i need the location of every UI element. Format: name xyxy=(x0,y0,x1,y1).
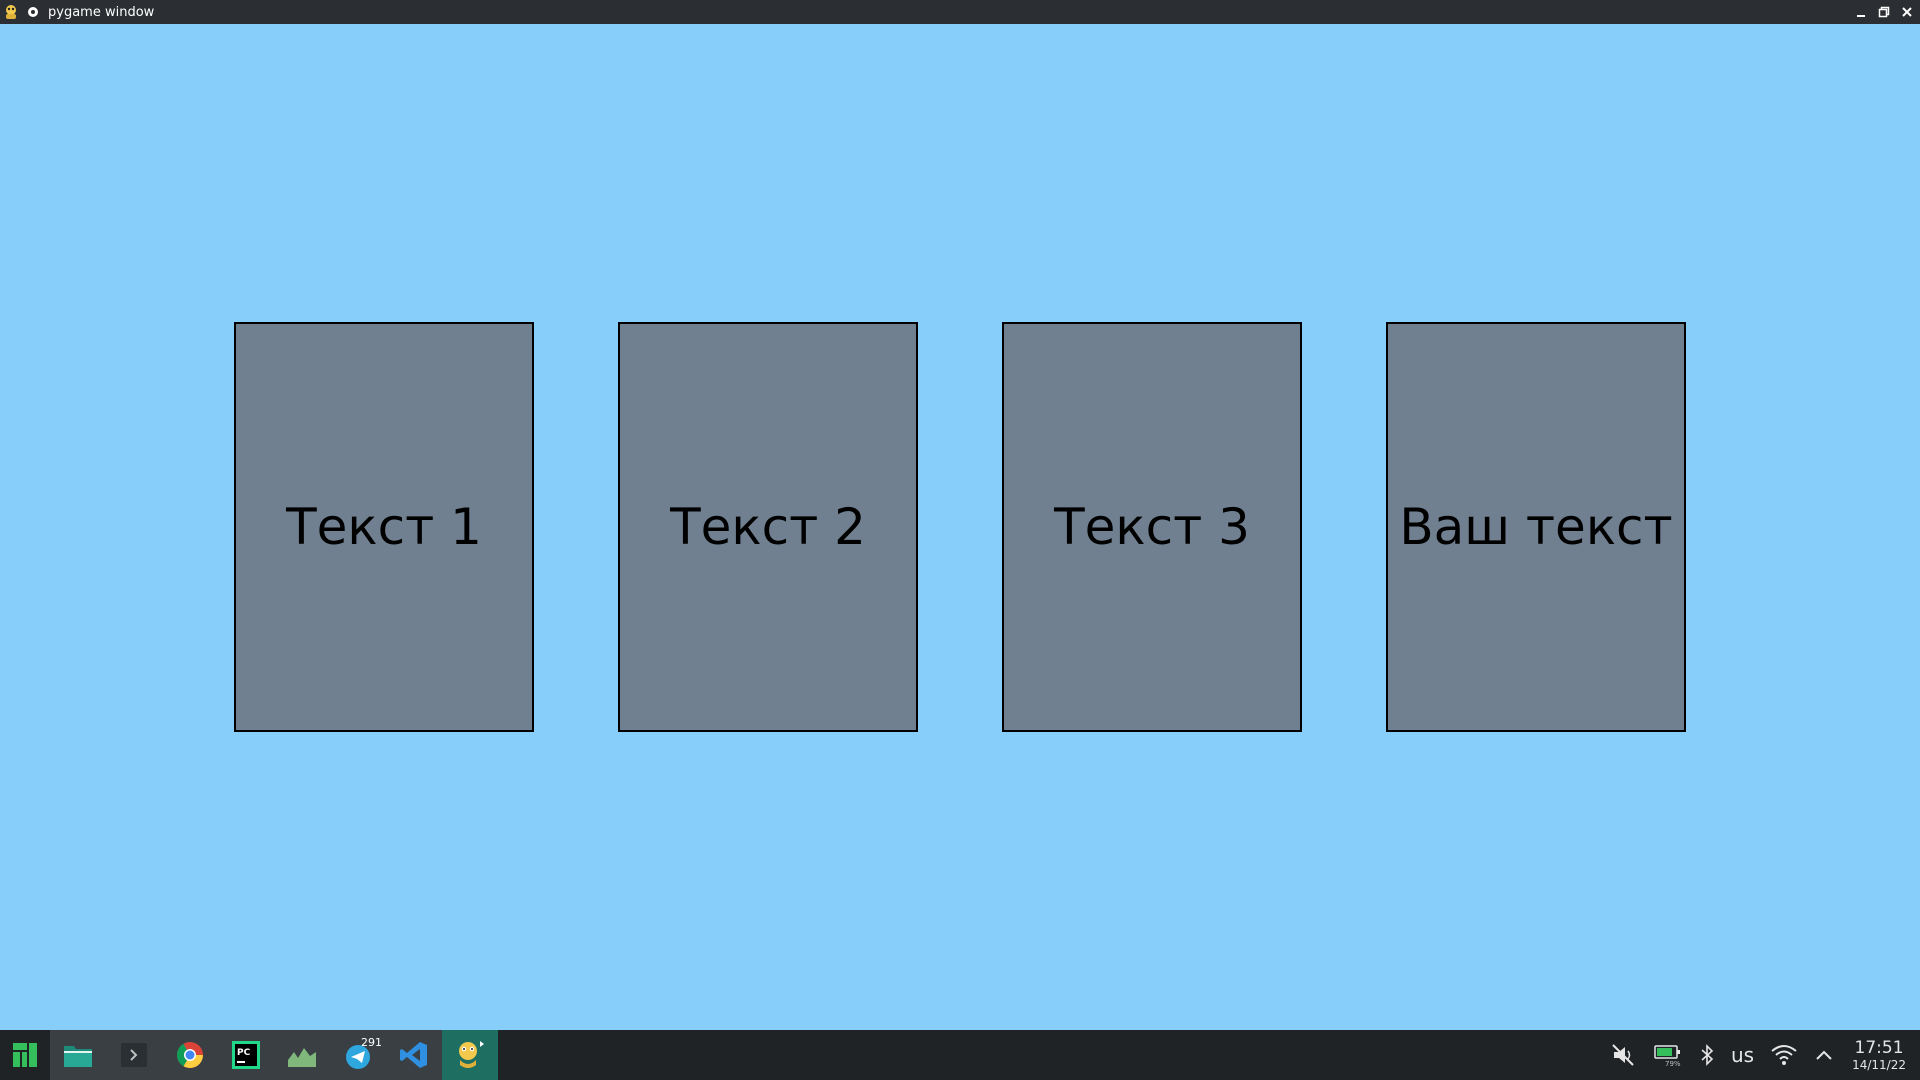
start-menu-button[interactable] xyxy=(0,1030,50,1080)
clock-time: 17:51 xyxy=(1854,1038,1904,1058)
taskbar-chrome[interactable] xyxy=(162,1030,218,1080)
close-button[interactable] xyxy=(1896,1,1918,23)
pycharm-icon: PC xyxy=(232,1041,260,1069)
card-2[interactable]: Текст 2 xyxy=(618,322,918,732)
window-titlebar[interactable]: pygame window xyxy=(0,0,1920,24)
battery-button[interactable]: 79% xyxy=(1653,1030,1683,1080)
taskbar-telegram[interactable]: 291 xyxy=(330,1030,386,1080)
bluetooth-icon xyxy=(1701,1044,1714,1066)
card-label: Ваш текст xyxy=(1399,498,1673,556)
card-4[interactable]: Ваш текст xyxy=(1386,322,1686,732)
close-icon xyxy=(1902,7,1912,17)
system-tray: 79% us 17:51 14/11/22 xyxy=(1603,1030,1920,1080)
window-menu-icon[interactable] xyxy=(26,5,40,19)
card-label: Текст 1 xyxy=(286,498,482,556)
wifi-icon xyxy=(1771,1045,1797,1065)
card-3[interactable]: Текст 3 xyxy=(1002,322,1302,732)
terminal-icon xyxy=(121,1043,147,1067)
taskbar-system-monitor[interactable] xyxy=(274,1030,330,1080)
taskbar-terminal[interactable] xyxy=(106,1030,162,1080)
keyboard-layout-indicator[interactable]: us xyxy=(1731,1030,1754,1080)
vscode-icon xyxy=(400,1042,427,1068)
pygame-snake-icon xyxy=(2,3,20,21)
system-monitor-icon xyxy=(288,1048,316,1067)
taskbar: PC 291 79% us 17:51 14/11/22 xyxy=(0,1030,1920,1080)
pycharm-label: PC xyxy=(237,1048,251,1058)
chevron-up-icon xyxy=(1816,1050,1832,1060)
card-1[interactable]: Текст 1 xyxy=(234,322,534,732)
battery-percent: 79% xyxy=(1665,1060,1681,1068)
window-title: pygame window xyxy=(48,4,155,20)
bluetooth-button[interactable] xyxy=(1699,1030,1715,1080)
manjaro-menu-icon xyxy=(13,1043,37,1067)
chrome-icon xyxy=(176,1042,204,1069)
pygame-icon xyxy=(459,1041,484,1068)
minimize-button[interactable] xyxy=(1850,1,1872,23)
restore-icon xyxy=(1878,6,1890,18)
taskbar-file-manager[interactable] xyxy=(50,1030,106,1080)
minimize-icon xyxy=(1857,15,1865,17)
card-label: Текст 2 xyxy=(670,498,866,556)
taskbar-pycharm[interactable]: PC xyxy=(218,1030,274,1080)
card-label: Текст 3 xyxy=(1054,498,1250,556)
wifi-button[interactable] xyxy=(1770,1030,1798,1080)
restore-button[interactable] xyxy=(1873,1,1895,23)
window-controls xyxy=(1849,0,1918,24)
taskbar-pygame[interactable] xyxy=(442,1030,498,1080)
game-canvas[interactable]: Текст 1 Текст 2 Текст 3 Ваш текст xyxy=(0,24,1920,1030)
file-manager-icon xyxy=(64,1046,92,1067)
clock[interactable]: 17:51 14/11/22 xyxy=(1852,1038,1906,1072)
volume-muted-icon xyxy=(1612,1044,1634,1066)
clock-date: 14/11/22 xyxy=(1852,1058,1906,1072)
battery-icon: 79% xyxy=(1654,1045,1681,1068)
telegram-unread-badge: 291 xyxy=(361,1036,382,1049)
volume-muted-button[interactable] xyxy=(1611,1030,1637,1080)
tray-expand-button[interactable] xyxy=(1814,1030,1834,1080)
taskbar-vscode[interactable] xyxy=(386,1030,442,1080)
